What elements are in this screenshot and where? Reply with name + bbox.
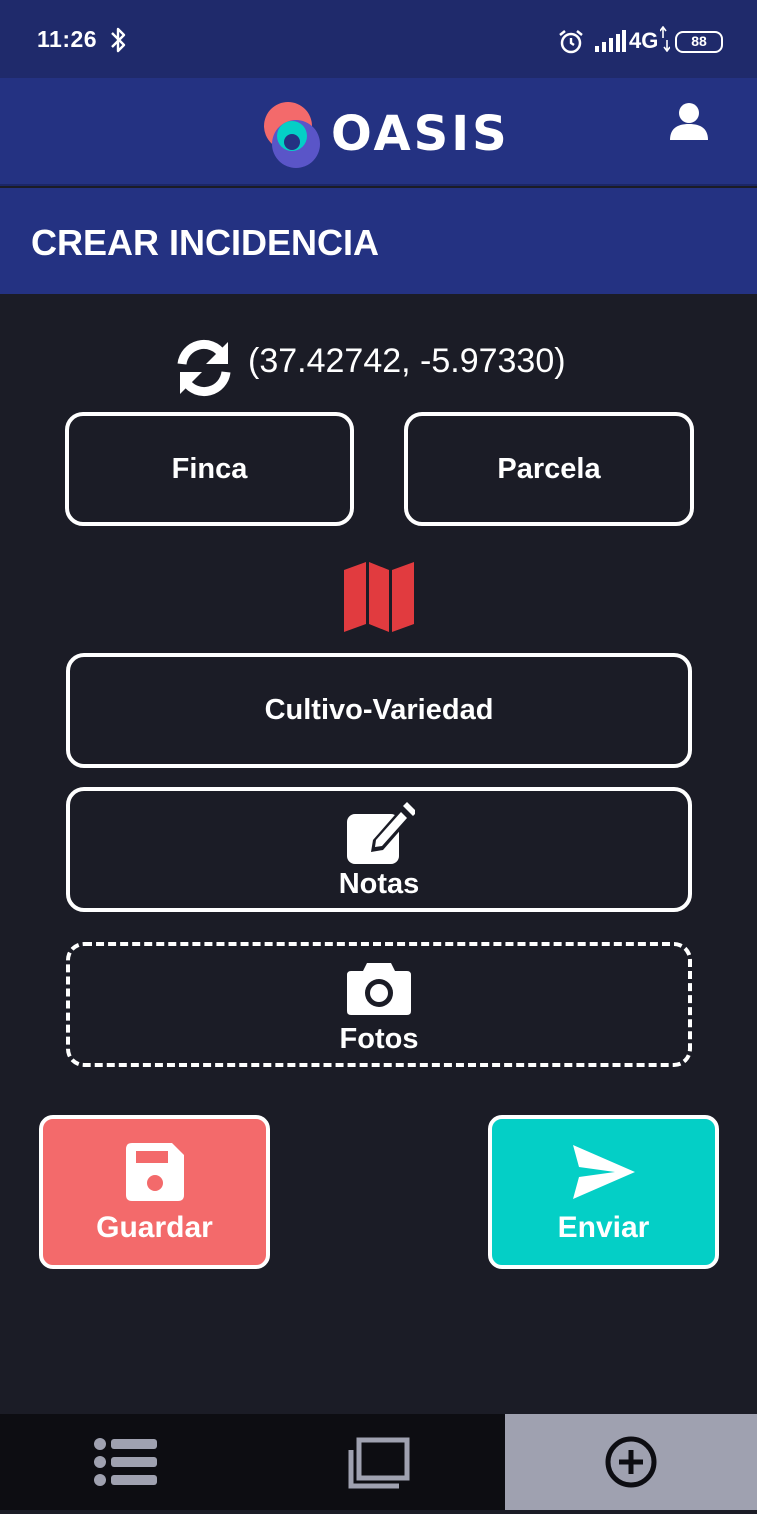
cultivo-variedad-label: Cultivo-Variedad bbox=[264, 694, 494, 726]
status-bar: 11:26 4G 88 bbox=[0, 0, 757, 78]
brand-logo: OASIS bbox=[331, 106, 510, 162]
list-icon bbox=[94, 1438, 158, 1486]
network-label: 4G bbox=[629, 28, 659, 53]
alarm-icon bbox=[559, 30, 583, 54]
camera-icon bbox=[347, 963, 411, 1015]
coordinates-text: (37.42742, -5.97330) bbox=[248, 342, 566, 380]
signal-icon bbox=[595, 30, 626, 52]
bluetooth-icon bbox=[111, 27, 126, 53]
send-icon bbox=[572, 1145, 635, 1199]
save-icon bbox=[125, 1143, 184, 1201]
finca-button[interactable]: Finca bbox=[65, 412, 354, 526]
location-row: (37.42742, -5.97330) bbox=[0, 332, 757, 398]
guardar-button[interactable]: Guardar bbox=[39, 1115, 270, 1269]
user-icon[interactable] bbox=[668, 100, 710, 142]
finca-label: Finca bbox=[171, 452, 248, 485]
data-activity-icon bbox=[660, 26, 670, 52]
notas-label: Notas bbox=[338, 868, 420, 900]
nav-list[interactable] bbox=[0, 1414, 252, 1510]
app-header: OASIS bbox=[0, 78, 757, 186]
guardar-label: Guardar bbox=[96, 1211, 213, 1244]
cultivo-variedad-button[interactable]: Cultivo-Variedad bbox=[66, 653, 692, 768]
parcela-label: Parcela bbox=[497, 452, 601, 485]
map-icon[interactable] bbox=[342, 560, 416, 634]
enviar-label: Enviar bbox=[557, 1211, 650, 1244]
status-time: 11:26 bbox=[37, 26, 98, 52]
notas-button[interactable]: Notas bbox=[66, 787, 692, 912]
edit-icon bbox=[347, 802, 415, 864]
title-bar: CREAR INCIDENCIA bbox=[0, 188, 757, 294]
oasis-logo-icon bbox=[264, 102, 320, 168]
add-circle-icon bbox=[605, 1436, 657, 1488]
enviar-button[interactable]: Enviar bbox=[488, 1115, 719, 1269]
battery-icon: 88 bbox=[675, 31, 723, 53]
page-title: CREAR INCIDENCIA bbox=[31, 222, 380, 263]
bottom-nav bbox=[0, 1414, 757, 1510]
folders-icon bbox=[348, 1437, 410, 1489]
refresh-icon[interactable] bbox=[172, 336, 236, 400]
nav-folders[interactable] bbox=[252, 1414, 504, 1510]
nav-add[interactable] bbox=[504, 1414, 757, 1510]
fotos-label: Fotos bbox=[339, 1023, 419, 1055]
parcela-button[interactable]: Parcela bbox=[404, 412, 694, 526]
fotos-button[interactable]: Fotos bbox=[66, 942, 692, 1067]
